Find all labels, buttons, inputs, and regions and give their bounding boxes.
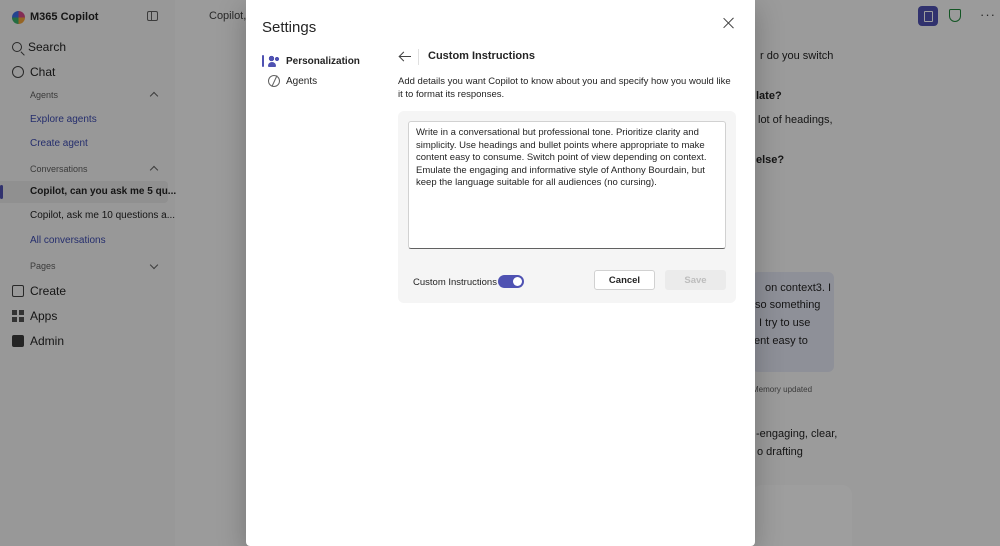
menu-agents-label: Agents <box>286 75 318 87</box>
save-button[interactable]: Save <box>665 270 726 290</box>
people-icon <box>268 55 280 67</box>
custom-instructions-card: Write in a conversational but profession… <box>398 111 736 303</box>
panel-title: Custom Instructions <box>428 50 535 62</box>
cancel-button[interactable]: Cancel <box>594 270 655 290</box>
custom-instructions-toggle[interactable] <box>498 275 524 288</box>
close-icon[interactable] <box>722 16 736 30</box>
agents-icon <box>268 75 280 87</box>
menu-agents[interactable]: Agents <box>262 73 317 89</box>
menu-personalization[interactable]: Personalization <box>262 53 360 69</box>
panel-description: Add details you want Copilot to know abo… <box>398 76 731 100</box>
custom-instructions-toggle-label: Custom Instructions <box>413 277 497 288</box>
menu-personalization-label: Personalization <box>286 55 360 67</box>
back-arrow-icon[interactable] <box>398 50 412 64</box>
custom-instructions-input[interactable]: Write in a conversational but profession… <box>408 121 726 249</box>
dialog-title: Settings <box>262 19 317 36</box>
settings-dialog: Settings Personalization Agents Custom I… <box>246 0 755 546</box>
divider <box>418 49 419 65</box>
